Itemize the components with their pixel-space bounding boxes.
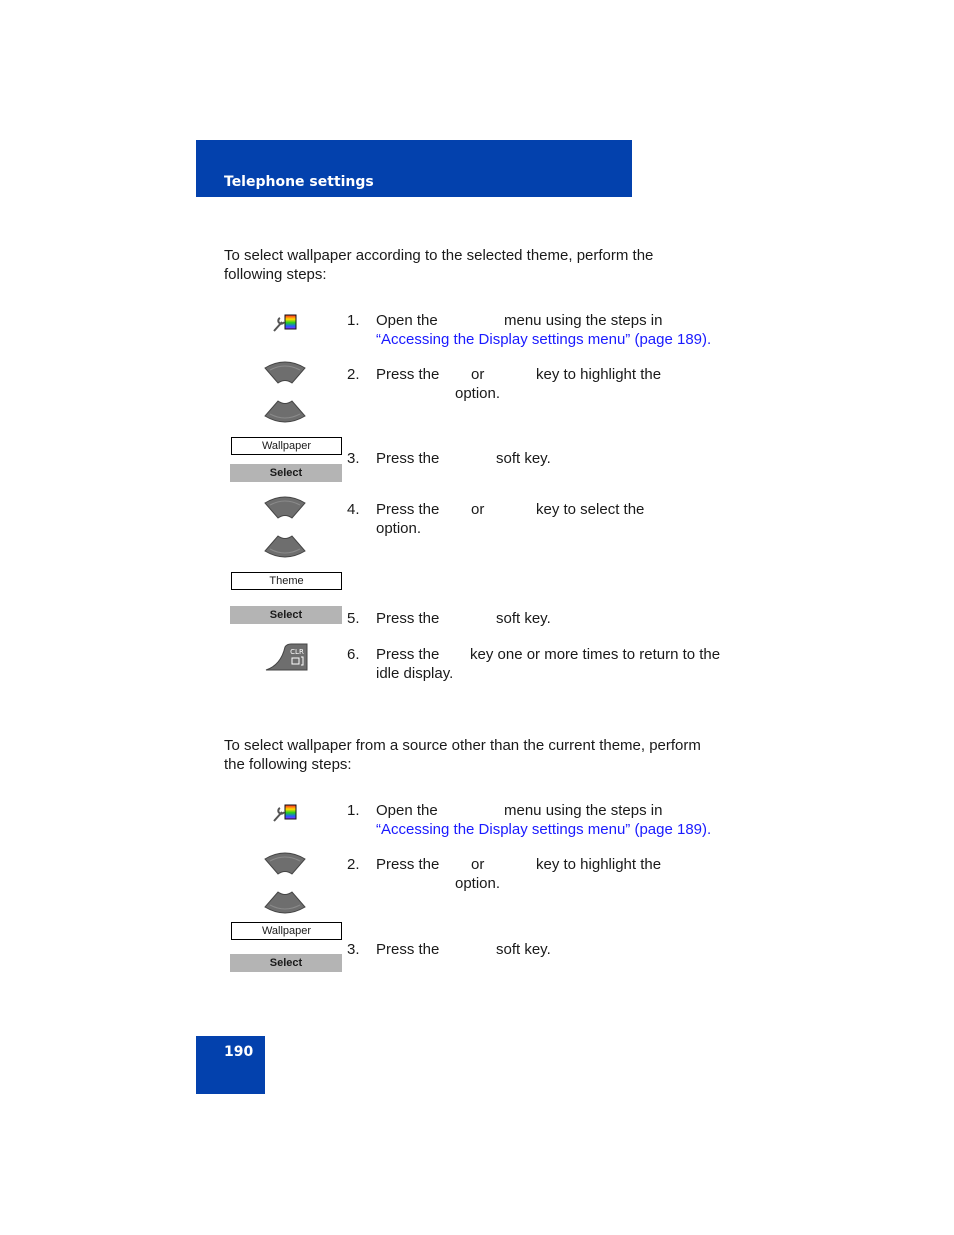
step-text: option.	[455, 875, 501, 892]
step-text: Open the	[376, 802, 438, 819]
step-text: menu using the steps in	[504, 312, 663, 329]
step-number: 1.	[347, 802, 360, 819]
step-text: key to select the	[536, 501, 645, 518]
step-text: key to highlight the	[536, 366, 662, 383]
step-number: 4.	[347, 501, 360, 518]
step-text: menu using the steps in	[504, 802, 663, 819]
display-settings-icon	[273, 804, 297, 822]
intro-line: To select wallpaper according to the sel…	[224, 247, 654, 264]
up-key-icon	[264, 496, 306, 519]
intro-line: To select wallpaper from a source other …	[224, 737, 701, 754]
step-number: 3.	[347, 941, 360, 958]
step-text: soft key.	[496, 941, 551, 958]
step-text: or	[471, 501, 485, 518]
step-text: idle display.	[376, 665, 454, 682]
link-accessing-display-settings[interactable]: “Accessing the Display settings menu” (p…	[376, 330, 711, 349]
step-text: soft key.	[496, 610, 551, 627]
step-number: 5.	[347, 610, 360, 627]
down-key-icon	[264, 400, 306, 423]
chapter-title: Telephone settings	[224, 174, 374, 190]
section-1-intro: To select wallpaper according to the sel…	[224, 246, 744, 284]
step-text: Press the	[376, 610, 440, 627]
up-down-navigation-keys[interactable]	[262, 493, 308, 561]
step-text: key one or more times to return to the	[470, 646, 721, 663]
step-text: Press the	[376, 450, 440, 467]
step-text: Open the	[376, 312, 438, 329]
step-text: or	[471, 856, 485, 873]
step-text: option.	[376, 520, 422, 537]
step-number: 6.	[347, 646, 360, 663]
up-key-icon	[264, 852, 306, 875]
step-number: 3.	[347, 450, 360, 467]
down-key-icon	[264, 535, 306, 558]
step-text: key to highlight the	[536, 856, 662, 873]
up-down-navigation-keys[interactable]	[262, 849, 308, 917]
intro-line: following steps:	[224, 266, 327, 283]
select-soft-key[interactable]: Select	[230, 606, 342, 624]
svg-text:CLR: CLR	[290, 648, 304, 656]
wallpaper-menu-item[interactable]: Wallpaper	[231, 437, 342, 455]
wallpaper-menu-item[interactable]: Wallpaper	[231, 922, 342, 940]
step-text: Press the	[376, 856, 440, 873]
step-text: Press the	[376, 941, 440, 958]
section-2-intro: To select wallpaper from a source other …	[224, 736, 744, 774]
select-soft-key[interactable]: Select	[230, 954, 342, 972]
intro-line: the following steps:	[224, 756, 352, 773]
clear-key-icon[interactable]: CLR	[265, 643, 309, 671]
chapter-header: Telephone settings	[196, 140, 632, 197]
step-number: 1.	[347, 312, 360, 329]
step-text: Press the	[376, 646, 440, 663]
page-number-tab: 190	[196, 1036, 265, 1094]
select-soft-key[interactable]: Select	[230, 464, 342, 482]
down-key-icon	[264, 891, 306, 914]
link-accessing-display-settings[interactable]: “Accessing the Display settings menu” (p…	[376, 820, 711, 839]
display-settings-icon	[273, 314, 297, 332]
up-key-icon	[264, 361, 306, 384]
step-number: 2.	[347, 856, 360, 873]
page-number: 190	[224, 1044, 254, 1060]
step-text: Press the	[376, 366, 440, 383]
step-number: 2.	[347, 366, 360, 383]
theme-menu-item[interactable]: Theme	[231, 572, 342, 590]
step-text: option.	[455, 385, 501, 402]
step-text: soft key.	[496, 450, 551, 467]
step-text: Press the	[376, 501, 440, 518]
step-text: or	[471, 366, 485, 383]
up-down-navigation-keys[interactable]	[262, 358, 308, 426]
